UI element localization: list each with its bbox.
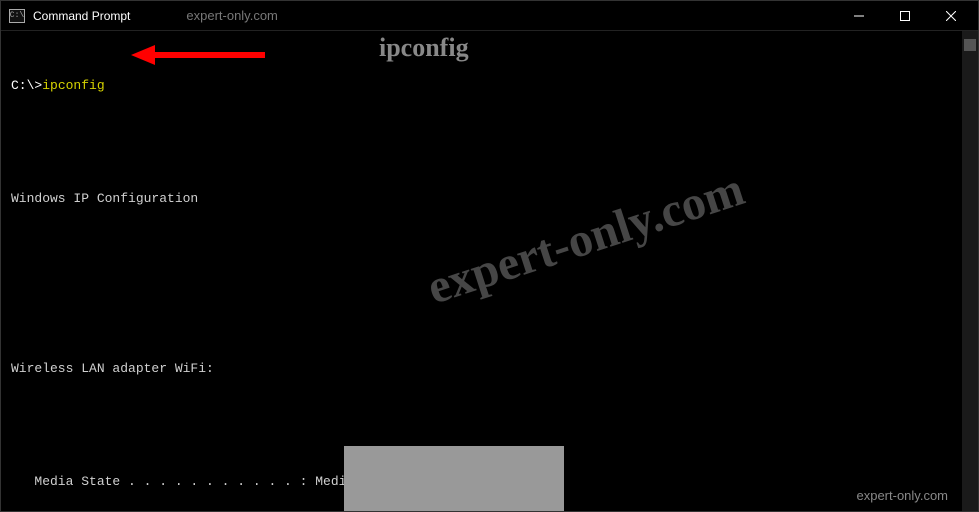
command: ipconfig (42, 78, 104, 93)
window-title: Command Prompt (33, 9, 130, 23)
prompt: C:\> (11, 78, 42, 93)
titlebar[interactable]: C:\ Command Prompt expert-only.com (1, 1, 978, 31)
scrollbar[interactable] (962, 31, 978, 511)
window-controls (836, 1, 974, 30)
adapter-title: Wireless LAN adapter WiFi: (11, 360, 968, 379)
close-button[interactable] (928, 1, 974, 30)
scrollbar-thumb[interactable] (964, 39, 976, 51)
titlebar-watermark: expert-only.com (186, 8, 278, 23)
redaction-block (344, 446, 564, 511)
command-prompt-icon: C:\ (9, 9, 25, 23)
terminal-output[interactable]: C:\>ipconfig Windows IP Configuration Wi… (1, 31, 978, 511)
maximize-button[interactable] (882, 1, 928, 30)
minimize-button[interactable] (836, 1, 882, 30)
output-header: Windows IP Configuration (11, 190, 968, 209)
command-prompt-window: C:\ Command Prompt expert-only.com C:\>i… (0, 0, 979, 512)
prompt-line: C:\>ipconfig (11, 77, 968, 96)
